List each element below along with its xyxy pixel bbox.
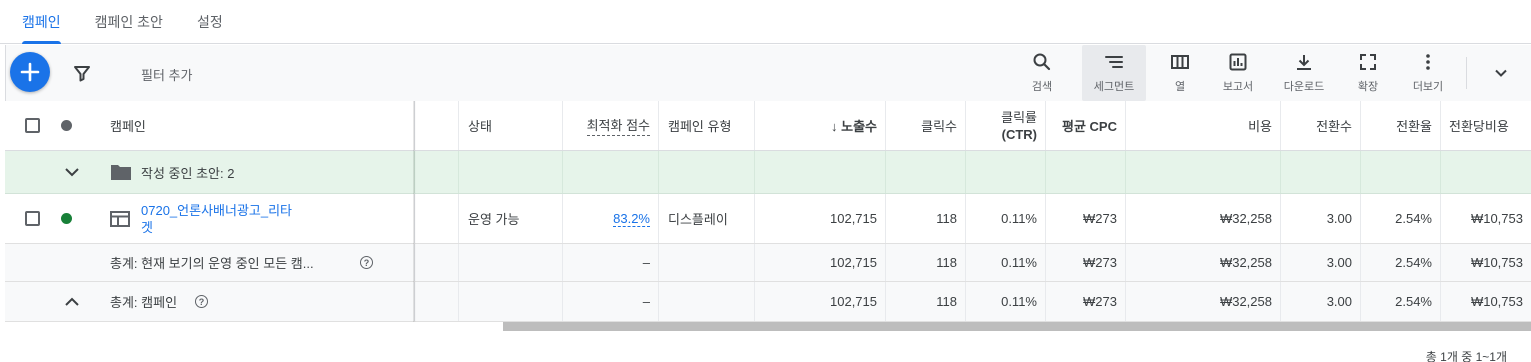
tab-campaigns[interactable]: 캠페인: [22, 0, 61, 44]
add-campaign-button[interactable]: [10, 52, 50, 92]
header-conversions[interactable]: 전환수: [1281, 101, 1361, 150]
total-conv-rate-cell: 2.54%: [1361, 244, 1441, 281]
segment-tool-label: 세그먼트: [1093, 81, 1135, 93]
filter-icon[interactable]: [72, 63, 92, 83]
total-label: 총계: 캠페인: [110, 295, 178, 310]
header-clicks[interactable]: 클릭수: [886, 101, 966, 150]
cost-per-conv-cell: ₩10,753: [1470, 211, 1523, 226]
expand-icon: [1360, 54, 1376, 70]
total-cost-per-conv-cell: ₩10,753: [1470, 294, 1523, 309]
total-conv-rate-cell: 2.54%: [1361, 282, 1441, 321]
search-icon: [1033, 53, 1051, 71]
segment-icon: [1105, 56, 1123, 68]
more-tool-label: 더보기: [1412, 81, 1444, 93]
download-icon: [1297, 55, 1311, 70]
status-cell: 운영 가능: [459, 194, 563, 243]
header-impressions[interactable]: ↓ 노출수: [755, 101, 886, 150]
total-cost-cell: ₩32,258: [1126, 244, 1281, 281]
header-campaign-type[interactable]: 캠페인 유형: [659, 101, 755, 150]
segment-tool-button[interactable]: 세그먼트: [1082, 45, 1146, 101]
status-dot-header-icon[interactable]: [61, 120, 72, 131]
display-campaign-icon: [110, 210, 130, 227]
total-row-campaigns: 총계: 캠페인 ? – 102,715 118 0.11% ₩273 ₩32,2…: [5, 282, 1531, 322]
tab-settings[interactable]: 설정: [197, 0, 223, 44]
table-toolbar: 필터 추가 검색 세그먼트 열 보고서 다운로드 확장 더보기: [5, 45, 1531, 101]
tab-bar: 캠페인 캠페인 초안 설정: [0, 0, 1531, 44]
total-avg-cpc-cell: ₩273: [1046, 244, 1126, 281]
header-conv-rate[interactable]: 전환율: [1361, 101, 1441, 150]
total-label: 총계: 현재 보기의 운영 중인 모든 캠...: [110, 256, 314, 271]
conv-rate-cell: 2.54%: [1361, 194, 1441, 243]
optimization-score-cell[interactable]: 83.2%: [563, 194, 659, 243]
folder-icon: [111, 165, 131, 180]
columns-tool-button[interactable]: 열: [1156, 45, 1204, 101]
header-ctr[interactable]: 클릭률 (CTR): [966, 101, 1046, 150]
total-cost-cell: ₩32,258: [1126, 282, 1281, 321]
download-tool-button[interactable]: 다운로드: [1276, 45, 1332, 101]
add-filter-input[interactable]: 필터 추가: [141, 65, 192, 84]
reports-tool-label: 보고서: [1222, 81, 1254, 93]
plus-icon: [20, 62, 40, 82]
pagination-summary: 총 1개 중 1~1개: [1425, 350, 1507, 362]
columns-tool-label: 열: [1174, 81, 1186, 93]
total-row-all-enabled: 총계: 현재 보기의 운영 중인 모든 캠... ? – 102,715 118…: [5, 244, 1531, 282]
more-vert-icon: [1426, 54, 1430, 70]
header-cost[interactable]: 비용: [1126, 101, 1281, 150]
expand-tool-label: 확장: [1357, 81, 1379, 93]
row-checkbox[interactable]: [25, 211, 40, 226]
total-conversions-cell: 3.00: [1281, 244, 1361, 281]
total-clicks-cell: 118: [886, 244, 966, 281]
total-clicks-cell: 118: [886, 282, 966, 321]
search-tool-button[interactable]: 검색: [1018, 45, 1066, 101]
reports-tool-button[interactable]: 보고서: [1214, 45, 1262, 101]
enabled-status-dot-icon[interactable]: [61, 213, 72, 224]
table-row[interactable]: 0720_언론사배너광고_리타 겟 운영 가능 83.2% 디스플레이 102,…: [5, 194, 1531, 244]
header-campaign[interactable]: 캠페인: [110, 116, 146, 135]
header-status[interactable]: 상태: [459, 101, 563, 150]
clicks-cell: 118: [886, 194, 966, 243]
download-tool-label: 다운로드: [1283, 81, 1325, 93]
chevron-down-icon[interactable]: [63, 163, 81, 181]
total-score-cell: –: [563, 244, 659, 281]
reports-icon: [1229, 53, 1247, 71]
total-cost-per-conv-cell: ₩10,753: [1470, 255, 1523, 270]
search-tool-label: 검색: [1031, 81, 1053, 93]
chevron-down-icon[interactable]: [1491, 63, 1511, 83]
expand-tool-button[interactable]: 확장: [1346, 45, 1390, 101]
columns-icon: [1171, 55, 1189, 69]
frozen-column-shadow: [413, 101, 416, 322]
select-all-checkbox[interactable]: [25, 118, 40, 133]
header-optimization-score[interactable]: 최적화 점수: [563, 101, 659, 150]
chevron-up-icon[interactable]: [63, 293, 81, 311]
cost-cell: ₩32,258: [1126, 194, 1281, 243]
total-ctr-cell: 0.11%: [966, 244, 1046, 281]
avg-cpc-cell: ₩273: [1046, 194, 1126, 243]
total-impressions-cell: 102,715: [755, 282, 886, 321]
total-conversions-cell: 3.00: [1281, 282, 1361, 321]
help-icon[interactable]: ?: [360, 256, 373, 269]
total-ctr-cell: 0.11%: [966, 282, 1046, 321]
campaign-name-link[interactable]: 0720_언론사배너광고_리타 겟: [141, 202, 292, 236]
drafts-group-row[interactable]: 작성 중인 초안: 2: [5, 151, 1531, 194]
tab-campaign-drafts[interactable]: 캠페인 초안: [95, 0, 163, 44]
drafts-label: 작성 중인 초안: 2: [141, 165, 235, 181]
header-cost-per-conv[interactable]: 전환당비용: [1441, 101, 1531, 150]
total-impressions-cell: 102,715: [755, 244, 886, 281]
horizontal-scrollbar[interactable]: [503, 322, 1531, 331]
conversions-cell: 3.00: [1281, 194, 1361, 243]
toolbar-divider: [1466, 57, 1467, 89]
impressions-cell: 102,715: [755, 194, 886, 243]
total-score-cell: –: [563, 282, 659, 321]
total-avg-cpc-cell: ₩273: [1046, 282, 1126, 321]
table-header-row: 캠페인 상태 최적화 점수 캠페인 유형 ↓ 노출수 클릭수 클릭률 (CTR) …: [5, 101, 1531, 151]
header-avg-cpc[interactable]: 평균 CPC: [1046, 101, 1126, 150]
help-icon[interactable]: ?: [195, 295, 208, 308]
more-tool-button[interactable]: 더보기: [1404, 45, 1452, 101]
ctr-cell: 0.11%: [966, 194, 1046, 243]
campaign-type-cell: 디스플레이: [659, 194, 755, 243]
